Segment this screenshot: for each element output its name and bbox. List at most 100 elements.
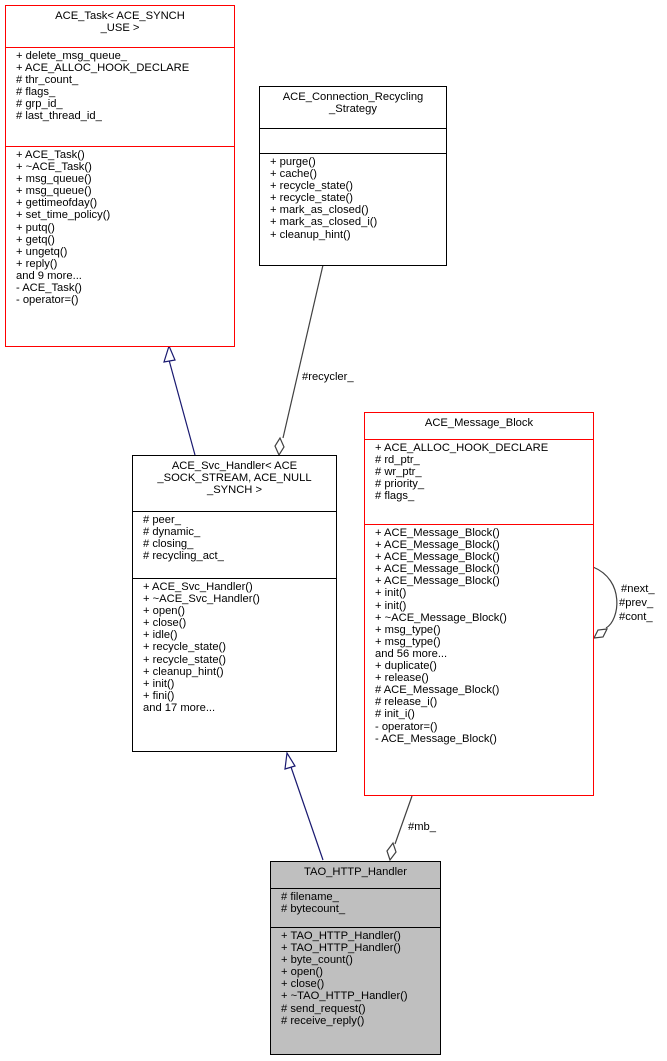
attributes-section: # filename_ # bytecount_ — [271, 888, 440, 927]
class-method: + ACE_Task() — [16, 149, 85, 161]
class-method: + msg_type() — [375, 623, 441, 636]
class-method: + ACE_Message_Block() — [375, 551, 500, 564]
class-ace-message-block[interactable]: ACE_Message_Block + ACE_ALLOC_HOOK_DECLA… — [364, 412, 594, 796]
class-method: + init() — [143, 677, 175, 690]
class-method: + gettimeofday() — [16, 197, 98, 210]
inheritance-line-tao-to-svc — [290, 766, 324, 861]
class-method: + release() — [375, 672, 429, 685]
class-title: ACE_Task< ACE_SYNCH _USE > — [6, 6, 234, 47]
methods-section: + TAO_HTTP_Handler() + TAO_HTTP_Handler()… — [271, 927, 440, 1029]
class-ace-connection-recycling-strategy[interactable]: ACE_Connection_Recycling _Strategy + pur… — [259, 86, 447, 266]
class-method: + ACE_Svc_Handler() — [143, 581, 253, 593]
class-title-line: ACE_Connection_Recycling — [282, 91, 424, 103]
class-method: + recycle_state() — [270, 180, 354, 193]
class-title-line: ACE_Message_Block — [424, 417, 534, 429]
class-attribute: + ACE_ALLOC_HOOK_DECLARE — [16, 62, 190, 75]
inheritance-arrowhead — [284, 751, 296, 770]
class-attribute: # filename_ — [281, 891, 339, 903]
class-method: + msg_queue() — [16, 173, 92, 186]
class-method: + purge() — [270, 156, 316, 168]
class-method: + byte_count() — [281, 954, 353, 967]
aggregation-diamond-recycler — [274, 436, 285, 457]
class-attribute: # thr_count_ — [16, 74, 79, 87]
class-method: + open() — [143, 605, 185, 618]
inheritance-line-svc-to-task — [168, 359, 196, 456]
class-method: + msg_type() — [375, 635, 441, 648]
class-ace-task[interactable]: ACE_Task< ACE_SYNCH _USE > + delete_msg_… — [5, 5, 235, 347]
class-method: + set_time_policy() — [16, 209, 111, 222]
self-association-loop — [592, 566, 618, 629]
edge-label-recycler: #recycler_ — [302, 371, 354, 383]
class-method: + cache() — [270, 168, 317, 181]
class-method: + mark_as_closed() — [270, 204, 369, 217]
class-method: + msg_queue() — [16, 185, 92, 198]
class-tao-http-handler[interactable]: TAO_HTTP_Handler # filename_ # bytecount_… — [270, 861, 441, 1055]
class-method: + getq() — [16, 233, 55, 246]
class-method: + TAO_HTTP_Handler() — [281, 930, 401, 942]
edge-label-prev: #prev_ — [619, 597, 654, 609]
class-method: # send_request() — [281, 1002, 366, 1015]
class-method: - ACE_Task() — [16, 282, 82, 295]
class-title: ACE_Svc_Handler< ACE _SOCK_STREAM, ACE_N… — [133, 456, 336, 511]
class-attribute: # flags_ — [375, 490, 415, 503]
class-method: and 17 more... — [143, 701, 216, 714]
class-attribute: # recycling_act_ — [143, 550, 224, 563]
class-title-line: ACE_Svc_Handler< ACE — [171, 460, 298, 472]
class-title-line: _USE > — [100, 22, 140, 35]
edge-label-cont: #cont_ — [619, 611, 653, 623]
class-ace-svc-handler[interactable]: ACE_Svc_Handler< ACE _SOCK_STREAM, ACE_N… — [132, 455, 337, 752]
methods-section: + ACE_Task() + ~ACE_Task() + msg_queue() + … — [6, 146, 234, 308]
class-method: + ~ACE_Message_Block() — [375, 611, 507, 624]
edge-label-next: #next_ — [621, 583, 655, 595]
class-attribute: + ACE_ALLOC_HOOK_DECLARE — [375, 442, 549, 454]
class-method: + recycle_state() — [143, 653, 227, 666]
class-attribute: # grp_id_ — [16, 98, 63, 111]
class-attribute: # wr_ptr_ — [375, 466, 422, 479]
class-title-line: _SOCK_STREAM, ACE_NULL — [157, 472, 312, 485]
class-method: # release_i() — [375, 696, 438, 709]
class-method: + close() — [281, 978, 325, 991]
aggregation-diamond-self — [592, 628, 609, 639]
class-method: - ACE_Message_Block() — [375, 732, 497, 745]
class-method: + init() — [375, 599, 407, 612]
attributes-section — [260, 128, 446, 153]
class-method: + ACE_Message_Block() — [375, 563, 500, 576]
attributes-section: + ACE_ALLOC_HOOK_DECLARE # rd_ptr_ # wr_pt… — [365, 439, 593, 524]
class-method: - operator=() — [375, 720, 438, 733]
class-title: ACE_Connection_Recycling _Strategy — [260, 87, 446, 128]
class-method: + ~ACE_Svc_Handler() — [143, 593, 260, 606]
class-method: and 9 more... — [16, 269, 82, 282]
class-attribute: # closing_ — [143, 538, 194, 551]
class-method: + cleanup_hint() — [143, 665, 224, 678]
class-method: + recycle_state() — [270, 192, 354, 205]
class-method: + fini() — [143, 689, 175, 702]
attributes-section: # peer_ # dynamic_ # closing_ # recycling_a… — [133, 511, 336, 578]
class-title-line: _SYNCH > — [206, 484, 263, 497]
class-method: + putq() — [16, 221, 55, 234]
class-title-line: TAO_HTTP_Handler — [304, 866, 407, 878]
class-method: - operator=() — [16, 294, 79, 307]
class-method: + open() — [281, 966, 323, 979]
class-method: + duplicate() — [375, 660, 437, 673]
class-title: TAO_HTTP_Handler — [271, 862, 440, 888]
association-line-recycler — [282, 264, 324, 439]
class-method: + TAO_HTTP_Handler() — [281, 942, 401, 955]
class-method: + ~TAO_HTTP_Handler() — [281, 990, 408, 1003]
class-method: + recycle_state() — [143, 641, 227, 654]
class-attribute: # peer_ — [143, 514, 181, 526]
methods-section: + ACE_Svc_Handler() + ~ACE_Svc_Handler() +… — [133, 578, 336, 716]
edge-label-mb: #mb_ — [408, 821, 436, 833]
class-attribute: # dynamic_ — [143, 526, 201, 539]
class-attribute: # flags_ — [16, 86, 56, 99]
class-title: ACE_Message_Block — [365, 413, 593, 439]
class-method: + mark_as_closed_i() — [270, 216, 378, 229]
association-line-mb — [394, 795, 413, 845]
class-method: and 56 more... — [375, 647, 448, 660]
class-title-line: _Strategy — [329, 103, 377, 116]
class-method: # init_i() — [375, 708, 415, 721]
class-method: + cleanup_hint() — [270, 228, 351, 241]
class-method: + ACE_Message_Block() — [375, 539, 500, 552]
class-method: + reply() — [16, 257, 58, 270]
class-title-line: ACE_Task< ACE_SYNCH — [55, 10, 185, 22]
class-method: # ACE_Message_Block() — [375, 684, 500, 697]
